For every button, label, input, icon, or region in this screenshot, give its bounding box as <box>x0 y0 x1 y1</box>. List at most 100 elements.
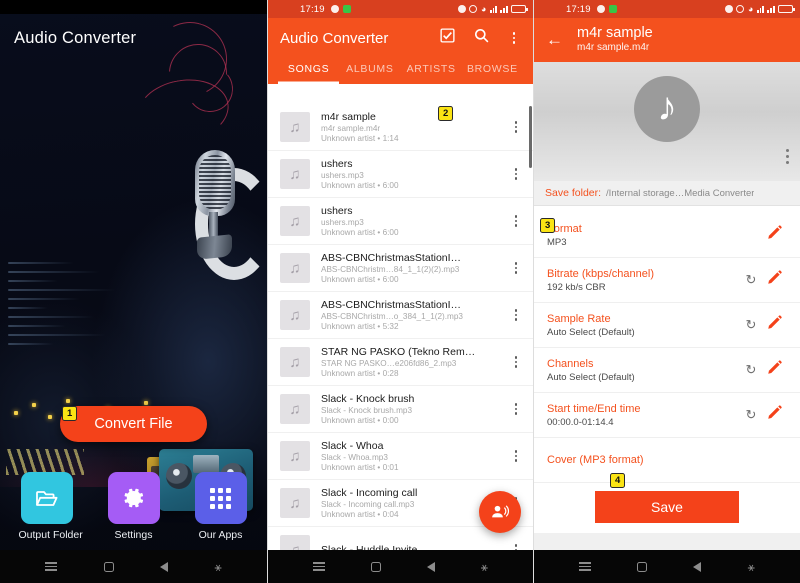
save-folder-path: /Internal storage…Media Converter <box>606 188 755 199</box>
music-note-icon: ♫ <box>280 300 310 330</box>
badge-3: 3 <box>540 218 556 233</box>
option-value: 192 kb/s CBR <box>547 281 606 293</box>
status-time: 17:19 <box>566 3 591 15</box>
status-dot-icon <box>596 5 605 13</box>
table-row[interactable]: ♫ Slack - Knock brush Slack - Knock brus… <box>268 386 533 433</box>
reset-icon[interactable]: ↻ <box>741 362 761 378</box>
voice-fab-button[interactable] <box>479 491 521 533</box>
menu-icon[interactable] <box>45 562 58 571</box>
settings-label: Settings <box>114 529 153 541</box>
search-icon[interactable] <box>473 27 490 49</box>
tab-albums[interactable]: ALBUMS <box>339 56 400 84</box>
option-row-bitrate[interactable]: Bitrate (kbps/channel) 192 kb/s CBR ↻ <box>534 258 800 303</box>
panel-home-screen: Audio Converter Convert File 1 Output Fo… <box>0 0 267 583</box>
page-title: Audio Converter <box>14 29 137 47</box>
edit-pencil-icon[interactable] <box>761 405 787 425</box>
option-row-channels[interactable]: Channels Auto Select (Default) ↻ <box>534 348 800 393</box>
edit-pencil-icon[interactable] <box>761 270 787 290</box>
table-row[interactable]: ♫ Slack - Whoa Slack - Whoa.mp3 Unknown … <box>268 433 533 480</box>
table-row[interactable]: ♫ ushers ushers.mp3 Unknown artist • 6:0… <box>268 151 533 198</box>
output-folder-tile[interactable]: Output Folder <box>18 472 83 541</box>
reset-icon[interactable]: ↻ <box>741 272 761 288</box>
panel-song-list: 17:19 ◕ Audio Converter SONGS ALBUMS ART… <box>267 0 533 583</box>
status-app-icon <box>342 5 351 13</box>
option-row-start-end-time[interactable]: Start time/End time 00:00.0-01:14.4 ↻ <box>534 393 800 438</box>
edit-pencil-icon[interactable] <box>761 225 787 245</box>
table-row[interactable]: ♫ ABS-CBNChristmasStationI… ABS-CBNChris… <box>268 292 533 339</box>
table-row[interactable]: ♫ STAR NG PASKO (Tekno Rem… STAR NG PASK… <box>268 339 533 386</box>
edit-pencil-icon[interactable] <box>761 315 787 335</box>
menu-icon[interactable] <box>579 562 592 571</box>
row-overflow-icon[interactable] <box>509 402 523 416</box>
tab-artists[interactable]: ARTISTS <box>401 56 462 84</box>
option-row-cover[interactable]: Cover (MP3 format) <box>534 438 800 483</box>
option-value: Auto Select (Default) <box>547 371 635 383</box>
row-overflow-icon[interactable] <box>509 261 523 275</box>
conversion-options-list: Format MP3 Bitrate (kbps/channel) 192 kb… <box>534 213 800 493</box>
row-overflow-icon[interactable] <box>509 355 523 369</box>
song-meta: Unknown artist • 6:00 <box>321 181 399 190</box>
home-shortcut-tiles: Output Folder Settings Our Apps <box>0 472 267 541</box>
tab-bar: SONGS ALBUMS ARTISTS BROWSE <box>268 56 533 84</box>
row-overflow-icon[interactable] <box>509 167 523 181</box>
gear-icon <box>107 472 160 524</box>
reset-icon[interactable]: ↻ <box>741 407 761 423</box>
convert-file-button[interactable]: Convert File <box>60 406 207 442</box>
status-dot-icon <box>330 5 339 13</box>
art-overflow-icon[interactable] <box>785 149 789 164</box>
option-value: MP3 <box>547 236 567 248</box>
song-meta: Unknown artist • 6:00 <box>321 228 399 237</box>
select-checkbox-icon[interactable] <box>439 27 456 49</box>
tab-songs[interactable]: SONGS <box>278 56 339 84</box>
tab-browse[interactable]: BROWSE <box>462 56 523 84</box>
overflow-menu-icon[interactable] <box>507 31 521 45</box>
option-value: 00:00.0-01:14.4 <box>547 416 614 428</box>
album-art-area: ♪ <box>534 62 800 181</box>
back-icon[interactable] <box>426 561 435 572</box>
row-overflow-icon[interactable] <box>509 308 523 322</box>
settings-tile[interactable]: Settings <box>106 472 162 541</box>
back-arrow-icon[interactable]: ← <box>546 31 563 48</box>
output-folder-label: Output Folder <box>18 529 83 541</box>
status-app-icon <box>608 5 617 13</box>
music-note-icon: ♫ <box>280 112 310 142</box>
reset-icon[interactable]: ↻ <box>741 317 761 333</box>
home-status-strip <box>0 0 267 14</box>
signal-icon-1 <box>756 5 764 13</box>
table-row[interactable]: ♫ m4r sample m4r sample.m4r Unknown arti… <box>268 104 533 151</box>
song-title: ushers <box>321 158 353 170</box>
scrollbar-thumb[interactable] <box>529 106 532 168</box>
system-navbar: ⚹ <box>0 550 267 583</box>
menu-icon[interactable] <box>312 562 325 571</box>
accessibility-icon[interactable]: ⚹ <box>481 561 488 573</box>
row-overflow-icon[interactable] <box>509 120 523 134</box>
row-overflow-icon[interactable] <box>509 449 523 463</box>
edit-pencil-icon[interactable] <box>761 360 787 380</box>
music-note-icon: ♫ <box>280 253 310 283</box>
song-meta: Unknown artist • 1:14 <box>321 134 399 143</box>
home-icon[interactable] <box>370 561 381 572</box>
accessibility-icon[interactable]: ⚹ <box>748 561 755 573</box>
song-list[interactable]: ♫ m4r sample m4r sample.m4r Unknown arti… <box>268 104 533 550</box>
row-overflow-icon[interactable] <box>509 214 523 228</box>
save-folder-row[interactable]: Save folder: /Internal storage…Media Con… <box>534 181 800 206</box>
back-icon[interactable] <box>160 561 169 572</box>
our-apps-tile[interactable]: Our Apps <box>193 472 249 541</box>
signal-icon-1 <box>489 5 497 13</box>
music-note-icon: ♫ <box>280 441 310 471</box>
home-icon[interactable] <box>637 561 648 572</box>
battery-icon <box>778 5 795 13</box>
accessibility-icon[interactable]: ⚹ <box>215 561 222 573</box>
option-row-sample-rate[interactable]: Sample Rate Auto Select (Default) ↻ <box>534 303 800 348</box>
song-filename: m4r sample.m4r <box>321 124 381 133</box>
home-icon[interactable] <box>103 561 114 572</box>
album-art-placeholder: ♪ <box>634 76 700 142</box>
table-row[interactable]: ♫ ushers ushers.mp3 Unknown artist • 6:0… <box>268 198 533 245</box>
back-icon[interactable] <box>693 561 702 572</box>
signal-icon-2 <box>767 5 775 13</box>
bottom-filler <box>534 533 800 550</box>
save-button[interactable]: Save <box>595 491 739 523</box>
wifi-icon: ◕ <box>480 4 487 14</box>
option-row-format[interactable]: Format MP3 <box>534 213 800 258</box>
table-row[interactable]: ♫ ABS-CBNChristmasStationI… ABS-CBNChris… <box>268 245 533 292</box>
